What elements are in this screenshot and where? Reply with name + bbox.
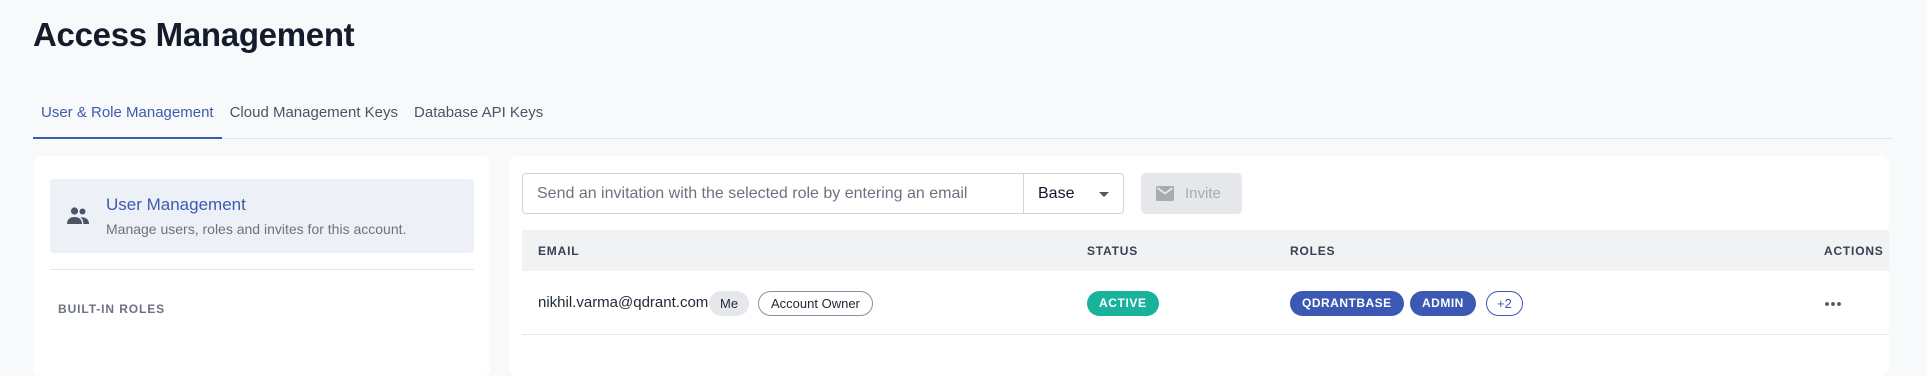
people-icon [66,205,90,227]
divider [50,269,474,270]
invite-email-input[interactable] [522,173,1023,214]
me-tag: Me [709,291,750,316]
invite-button[interactable]: Invite [1141,173,1242,214]
sidebar-item-user-management[interactable]: User Management Manage users, roles and … [50,179,474,253]
sidebar-card: User Management Manage users, roles and … [33,156,490,376]
column-header-email: EMAIL [538,244,580,258]
sidebar-item-title: User Management [106,195,246,214]
mail-icon [1156,186,1174,201]
page-title: Access Management [33,16,355,53]
tab-database-api-keys[interactable]: Database API Keys [406,94,551,139]
role-badge-admin: ADMIN [1410,291,1476,316]
sidebar-item-subtitle: Manage users, roles and invites for this… [106,221,407,237]
role-select-value: Base [1038,185,1075,202]
user-email: nikhil.varma@qdrant.com [538,294,709,311]
built-in-roles-label: BUILT-IN ROLES [58,302,166,316]
invite-button-label: Invite [1185,185,1221,202]
more-horizontal-icon[interactable] [1818,293,1848,315]
caret-down-icon [1099,192,1109,197]
role-badge-qdrantbase: QDRANTBASE [1290,291,1404,316]
column-header-actions: ACTIONS [1824,244,1884,258]
account-owner-tag: Account Owner [758,291,873,316]
tab-user-role-management[interactable]: User & Role Management [33,94,222,139]
column-header-status: STATUS [1087,244,1139,258]
table-header: EMAIL STATUS ROLES ACTIONS [522,230,1889,271]
role-select[interactable]: Base [1023,173,1124,214]
users-panel: Base Invite EMAIL STATUS ROLES ACTIONS n… [509,156,1889,376]
tab-cloud-management-keys[interactable]: Cloud Management Keys [222,94,406,139]
column-header-roles: ROLES [1290,244,1336,258]
more-roles-badge[interactable]: +2 [1486,291,1523,316]
tab-bar: User & Role Management Cloud Management … [33,94,1893,139]
status-badge: ACTIVE [1087,291,1159,316]
table-row: nikhil.varma@qdrant.com Me Account Owner… [522,271,1889,335]
